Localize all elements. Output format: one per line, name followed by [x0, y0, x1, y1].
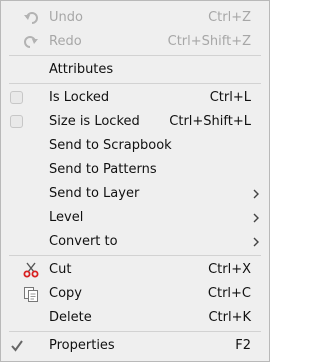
menu-item-send-to-patterns[interactable]: Send to Patterns — [1, 158, 269, 182]
redo-shortcut: Ctrl+Shift+Z — [167, 34, 251, 49]
size-is-locked-checkbox[interactable] — [10, 115, 23, 128]
menu-separator — [9, 55, 261, 56]
copy-icon — [24, 287, 38, 302]
send-to-scrapbook-label: Send to Scrapbook — [49, 138, 172, 153]
menu-separator — [9, 83, 261, 84]
copy-shortcut: Ctrl+C — [207, 286, 251, 301]
context-menu: Undo Ctrl+Z Redo Ctrl+Shift+Z Attributes… — [0, 0, 270, 362]
submenu-arrow-icon — [253, 189, 259, 199]
menu-item-redo[interactable]: Redo Ctrl+Shift+Z — [1, 30, 269, 54]
menu-item-attributes[interactable]: Attributes — [1, 58, 269, 82]
convert-to-label: Convert to — [49, 234, 118, 249]
checkmark-icon — [11, 340, 23, 352]
redo-label: Redo — [49, 34, 82, 49]
properties-shortcut: F2 — [235, 338, 251, 353]
submenu-arrow-icon — [253, 213, 259, 223]
menu-item-send-to-scrapbook[interactable]: Send to Scrapbook — [1, 134, 269, 158]
copy-label: Copy — [49, 286, 82, 301]
redo-icon — [24, 36, 38, 48]
level-label: Level — [49, 210, 84, 225]
menu-item-convert-to[interactable]: Convert to — [1, 230, 269, 254]
menu-item-undo[interactable]: Undo Ctrl+Z — [1, 6, 269, 30]
is-locked-label: Is Locked — [49, 90, 110, 105]
menu-item-delete[interactable]: Delete Ctrl+K — [1, 306, 269, 330]
menu-separator — [9, 255, 261, 256]
cut-shortcut: Ctrl+X — [208, 262, 251, 277]
menu-item-cut[interactable]: Cut Ctrl+X — [1, 258, 269, 282]
undo-icon — [24, 12, 38, 24]
delete-label: Delete — [49, 310, 92, 325]
menu-item-send-to-layer[interactable]: Send to Layer — [1, 182, 269, 206]
send-to-layer-label: Send to Layer — [49, 186, 140, 201]
delete-shortcut: Ctrl+K — [208, 310, 251, 325]
menu-item-properties[interactable]: Properties F2 — [1, 334, 269, 358]
properties-label: Properties — [49, 338, 115, 353]
submenu-arrow-icon — [253, 237, 259, 247]
size-is-locked-label: Size is Locked — [49, 114, 140, 129]
is-locked-shortcut: Ctrl+L — [209, 90, 251, 105]
menu-item-copy[interactable]: Copy Ctrl+C — [1, 282, 269, 306]
menu-item-size-is-locked[interactable]: Size is Locked Ctrl+Shift+L — [1, 110, 269, 134]
attributes-label: Attributes — [49, 62, 114, 77]
menu-separator — [9, 331, 261, 332]
menu-item-level[interactable]: Level — [1, 206, 269, 230]
size-is-locked-shortcut: Ctrl+Shift+L — [169, 114, 251, 129]
undo-label: Undo — [49, 10, 83, 25]
is-locked-checkbox[interactable] — [10, 91, 23, 104]
undo-shortcut: Ctrl+Z — [208, 10, 251, 25]
send-to-patterns-label: Send to Patterns — [49, 162, 157, 177]
cut-label: Cut — [49, 262, 72, 277]
scissors-icon — [23, 262, 39, 278]
menu-item-is-locked[interactable]: Is Locked Ctrl+L — [1, 86, 269, 110]
